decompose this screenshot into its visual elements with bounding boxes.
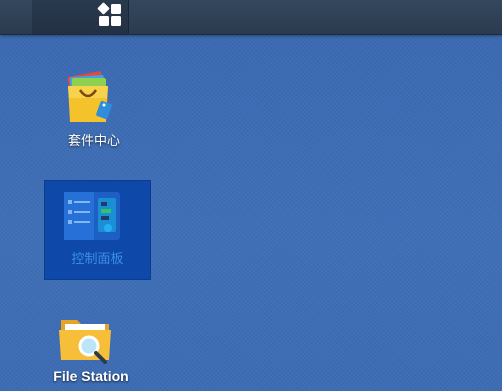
grid-app-icon xyxy=(97,2,121,26)
main-menu-button[interactable] xyxy=(32,0,129,34)
desktop-icon-label: 套件中心 xyxy=(67,134,120,149)
desktop-icon-file-station[interactable]: File Station xyxy=(37,300,145,391)
desktop-icon-label: File Station xyxy=(53,368,129,384)
taskbar xyxy=(0,0,502,35)
file-station-icon xyxy=(59,320,111,364)
desktop-icon-control-panel[interactable]: 控制面板 xyxy=(44,180,151,280)
package-center-icon xyxy=(67,71,112,122)
control-panel-icon xyxy=(64,192,120,240)
desktop-icon-label: 控制面板 xyxy=(71,252,124,267)
desktop-icon-package-center[interactable]: 套件中心 xyxy=(40,60,148,160)
